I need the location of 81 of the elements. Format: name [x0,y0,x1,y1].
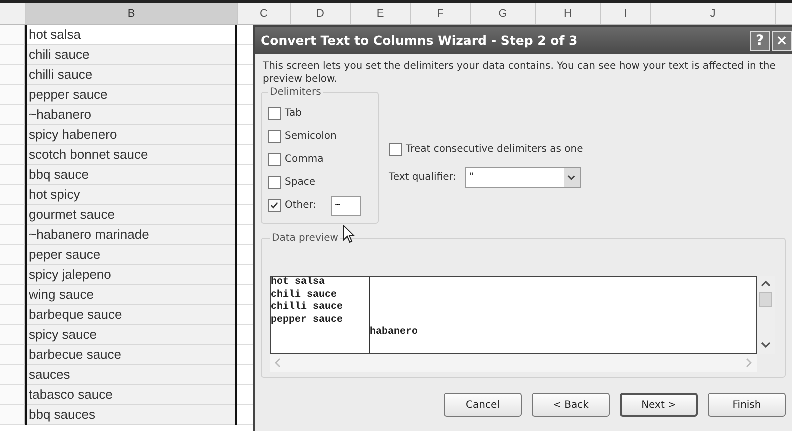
checkbox[interactable] [268,130,281,143]
column-header[interactable]: G [471,3,536,24]
row-header[interactable] [0,125,25,145]
row-header[interactable] [0,305,25,325]
checkbox-label[interactable]: Tab [285,108,302,119]
column-header[interactable]: I [601,3,651,24]
group-label: Data preview [270,233,340,244]
table-cell: pepper sauce [27,85,235,105]
table-cell: bbq sauce [27,165,235,185]
row-header[interactable] [0,205,25,225]
table-cell: ~habanero [27,105,235,125]
preview-text: chilli sauce [271,302,344,314]
column-header[interactable]: D [291,3,351,24]
checkbox-label[interactable]: Space [285,177,316,188]
row-header[interactable] [0,385,25,405]
checkbox-label[interactable]: Other: [285,200,317,211]
checkbox[interactable] [268,199,281,212]
wizard-button[interactable]: Finish [708,393,786,417]
column-header[interactable]: J [651,3,776,24]
row-header[interactable] [0,245,25,265]
field-label: Text qualifier: [389,172,457,183]
column-header[interactable]: H [536,3,601,24]
table-cell: sauces [27,365,235,385]
preview-text: hot salsa [271,277,326,290]
wizard-button[interactable]: Cancel [444,393,522,417]
column-header[interactable]: E [351,3,411,24]
input-field[interactable]: ~ [330,196,361,216]
row-header[interactable] [0,45,25,65]
close-button[interactable]: × [772,30,792,50]
row-header[interactable] [0,225,25,245]
table-cell: spicy jalepeno [27,265,235,285]
row-header[interactable] [0,285,25,305]
horizontal-scrollbar[interactable] [270,354,757,372]
checkbox-label[interactable]: Comma [285,154,324,165]
table-cell: barbeque sauce [27,305,235,325]
table-cell: tabasco sauce [27,385,235,405]
table-cell: barbecue sauce [27,345,235,365]
checkbox-label[interactable]: Treat consecutive delimiters as one [406,144,584,155]
row-header[interactable] [0,165,25,185]
table-cell: gourmet sauce [27,205,235,225]
row-header[interactable] [0,65,25,85]
row-header[interactable] [0,265,25,285]
row-header[interactable] [0,405,25,425]
column-header[interactable]: F [411,3,471,24]
row-header[interactable] [0,85,25,105]
row-header[interactable] [0,25,25,45]
table-cell: chilli sauce [27,65,235,85]
mouse-pointer-icon [343,225,355,244]
dropdown[interactable]: " [464,167,581,188]
window-title: Convert Text to Columns Wizard - Step 2 of 3 [261,33,578,48]
preview-text: pepper sauce [271,314,344,327]
row-header[interactable] [0,105,25,125]
checkbox[interactable] [268,153,281,166]
checkbox-label[interactable]: Semicolon [285,131,337,142]
row-header[interactable] [0,185,25,205]
preview-text: chili sauce [271,290,338,302]
table-cell: wing sauce [27,285,235,305]
row-header[interactable] [0,325,25,345]
table-cell: ~habanero marinade [27,225,235,245]
checkbox[interactable] [268,107,281,120]
preview-text: habanero [370,327,420,340]
wizard-button[interactable]: Next > [620,393,698,417]
table-cell: spicy sauce [27,325,235,345]
chevron-down-icon[interactable] [564,168,580,187]
row-header[interactable] [0,345,25,365]
column-header[interactable]: C [238,3,291,24]
table-cell: peper sauce [27,245,235,265]
wizard-button[interactable]: < Back [532,393,610,417]
table-cell: bbq sauces [27,405,235,425]
table-cell: chili sauce [27,45,235,65]
table-cell: scotch bonnet sauce [27,145,235,165]
row-header[interactable] [0,145,25,165]
help-button[interactable]: ? [750,30,770,50]
checkbox[interactable] [389,143,402,156]
row-header[interactable] [0,365,25,385]
group-label: Delimiters [268,87,324,98]
checkbox[interactable] [268,176,281,189]
instructions-text: This screen lets you set the delimiters your data contains. You can see how your text is affected in the preview below. [263,60,777,86]
column-header[interactable]: B [26,3,238,24]
table-cell: hot spicy [27,185,235,205]
table-cell: spicy habenero [27,125,235,145]
